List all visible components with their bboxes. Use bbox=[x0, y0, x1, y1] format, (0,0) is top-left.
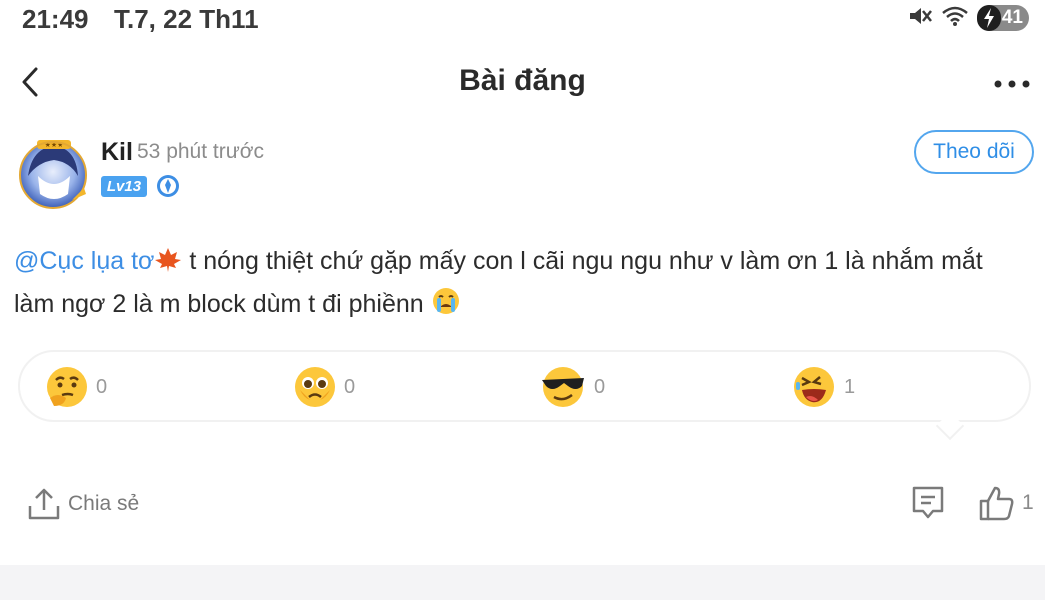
thinking-emoji-icon bbox=[47, 367, 87, 407]
wifi-icon bbox=[941, 4, 969, 33]
reaction-bar: 0 0 0 1 bbox=[18, 350, 1031, 441]
mention-link[interactable]: @Cục lụa tơ bbox=[14, 247, 154, 275]
reaction-sunglasses[interactable]: 0 bbox=[538, 364, 605, 410]
battery-icon: 41 bbox=[977, 5, 1029, 31]
avatar[interactable]: ★★★ bbox=[14, 136, 92, 210]
reaction-bar-pointer bbox=[935, 411, 965, 441]
crying-face-emoji-icon bbox=[431, 286, 461, 328]
level-badge: Lv13 bbox=[101, 176, 147, 197]
reaction-teary[interactable]: 0 bbox=[292, 364, 355, 410]
reaction-count: 0 bbox=[344, 375, 356, 398]
status-icons: 41 bbox=[907, 4, 1029, 32]
sunglasses-emoji-icon bbox=[542, 367, 584, 407]
follow-button[interactable]: Theo dõi bbox=[914, 130, 1034, 174]
laughing-emoji-icon bbox=[794, 367, 834, 407]
reaction-count: 0 bbox=[594, 375, 606, 398]
status-date: T.7, 22 Th11 bbox=[114, 4, 259, 34]
author-row: ★★★ Kil 53 phút trước Lv13 Theo dõi bbox=[14, 130, 1034, 216]
battery-level: 41 bbox=[1001, 7, 1023, 28]
teary-eyed-emoji-icon bbox=[295, 367, 335, 407]
share-button[interactable]: Chia sẻ bbox=[26, 484, 139, 524]
section-divider bbox=[0, 565, 1045, 600]
status-time: 21:49 bbox=[22, 4, 89, 34]
share-label: Chia sẻ bbox=[68, 492, 140, 515]
thumbs-up-icon bbox=[979, 486, 1014, 521]
mute-icon bbox=[907, 4, 933, 33]
reaction-count: 1 bbox=[844, 375, 856, 398]
more-button[interactable] bbox=[987, 64, 1037, 104]
more-dots-icon bbox=[994, 80, 1030, 88]
action-bar: Chia sẻ 1 bbox=[0, 478, 1045, 528]
header: Bài đăng bbox=[0, 50, 1045, 114]
like-count: 1 bbox=[1022, 491, 1034, 514]
status-bar: 21:49 T.7, 22 Th11 41 bbox=[0, 0, 1045, 40]
post-time: 53 phút trước bbox=[137, 140, 265, 163]
share-icon bbox=[28, 488, 60, 520]
comment-icon bbox=[912, 486, 944, 519]
username[interactable]: Kil bbox=[101, 138, 133, 167]
comment-button[interactable] bbox=[909, 484, 947, 522]
maple-leaf-emoji-icon bbox=[154, 246, 182, 285]
like-button[interactable]: 1 bbox=[978, 482, 1034, 524]
reaction-laughing[interactable]: 1 bbox=[790, 364, 855, 410]
page-title: Bài đăng bbox=[459, 64, 586, 97]
reaction-thinking[interactable]: 0 bbox=[44, 364, 107, 410]
verified-badge-icon bbox=[156, 174, 180, 198]
post-content: @Cục lụa tơ t nóng thiệt chứ gặp mấy con… bbox=[14, 242, 1029, 328]
reaction-count: 0 bbox=[96, 375, 108, 398]
